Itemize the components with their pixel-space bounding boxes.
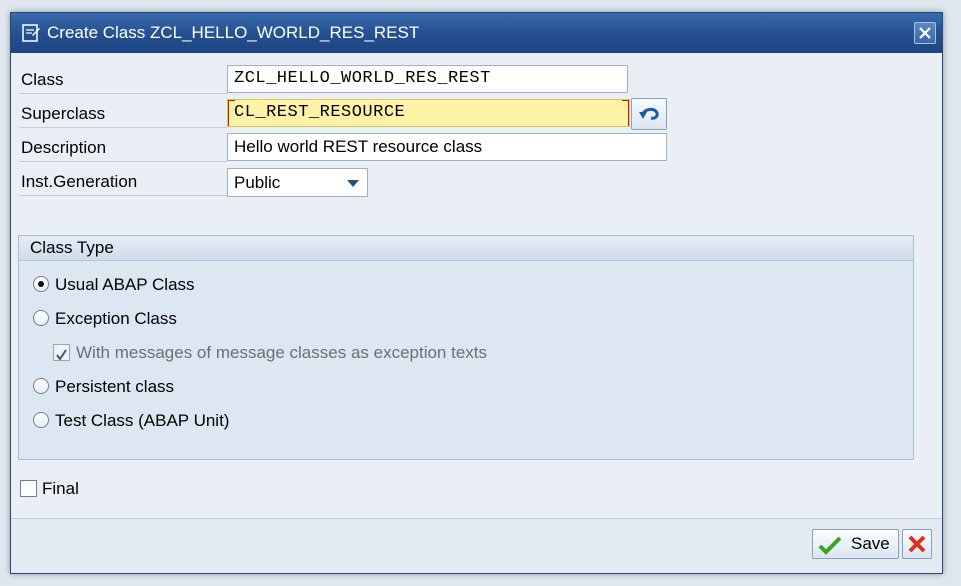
class-type-header: Class Type <box>19 236 913 261</box>
close-icon <box>919 27 931 39</box>
cancel-button[interactable] <box>902 529 932 559</box>
radio-button-selected[interactable] <box>33 276 49 292</box>
checkbox-disabled-checked <box>53 344 70 361</box>
superclass-history-button[interactable] <box>631 98 667 130</box>
final-label: Final <box>42 479 79 498</box>
superclass-label: Superclass <box>19 100 227 128</box>
save-button[interactable]: Save <box>812 529 899 559</box>
class-type-group: Class Type Usual ABAP Class Exception Cl… <box>18 235 914 460</box>
undo-icon <box>639 107 659 120</box>
close-button[interactable] <box>914 22 936 44</box>
superclass-input[interactable]: CL_REST_RESOURCE <box>227 99 630 127</box>
inst-generation-value: Public <box>234 173 281 192</box>
create-class-dialog: Create Class ZCL_HELLO_WORLD_RES_REST Cl… <box>10 12 943 574</box>
radio-button[interactable] <box>33 310 49 326</box>
checkbox-messages-label: With messages of message classes as exce… <box>76 343 488 362</box>
superclass-value: CL_REST_RESOURCE <box>234 103 406 122</box>
final-checkbox[interactable] <box>20 480 37 497</box>
dialog-footer <box>11 519 942 573</box>
checkmark-icon <box>818 536 842 555</box>
cancel-icon <box>908 535 926 553</box>
class-input[interactable]: ZCL_HELLO_WORLD_RES_REST <box>227 65 628 93</box>
radio-button[interactable] <box>33 378 49 394</box>
chevron-down-icon <box>347 180 359 187</box>
dialog-titlebar: Create Class ZCL_HELLO_WORLD_RES_REST <box>11 13 942 53</box>
required-marker-left <box>228 100 235 126</box>
description-label: Description <box>19 134 227 162</box>
dialog-title: Create Class ZCL_HELLO_WORLD_RES_REST <box>47 23 420 42</box>
inst-generation-select[interactable]: Public <box>227 168 368 197</box>
radio-usual-label: Usual ABAP Class <box>55 275 195 294</box>
checkmark-icon <box>56 349 67 361</box>
description-input[interactable]: Hello world REST resource class <box>227 133 667 161</box>
inst-generation-label: Inst.Generation <box>19 168 227 196</box>
radio-persistent-label: Persistent class <box>55 377 175 396</box>
radio-test-label: Test Class (ABAP Unit) <box>55 411 230 430</box>
required-marker-right <box>622 100 629 126</box>
radio-exception-label: Exception Class <box>55 309 177 328</box>
save-label: Save <box>851 534 890 553</box>
class-label: Class <box>19 66 227 94</box>
create-class-icon <box>21 23 41 43</box>
radio-button[interactable] <box>33 412 49 428</box>
